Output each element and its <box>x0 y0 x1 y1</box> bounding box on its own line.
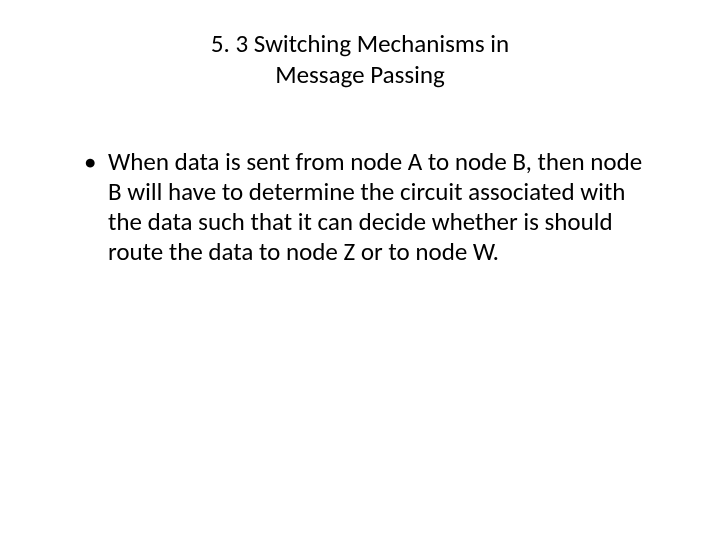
bullet-item: When data is sent from node A to node B,… <box>80 147 660 267</box>
slide: 5. 3 Switching Mechanisms in Message Pas… <box>0 0 720 540</box>
slide-content: When data is sent from node A to node B,… <box>0 147 720 267</box>
title-line-1: 5. 3 Switching Mechanisms in <box>211 28 509 59</box>
bullet-text: When data is sent from node A to node B,… <box>108 146 642 267</box>
title-line-2: Message Passing <box>275 59 445 90</box>
slide-title: 5. 3 Switching Mechanisms in Message Pas… <box>80 28 640 91</box>
